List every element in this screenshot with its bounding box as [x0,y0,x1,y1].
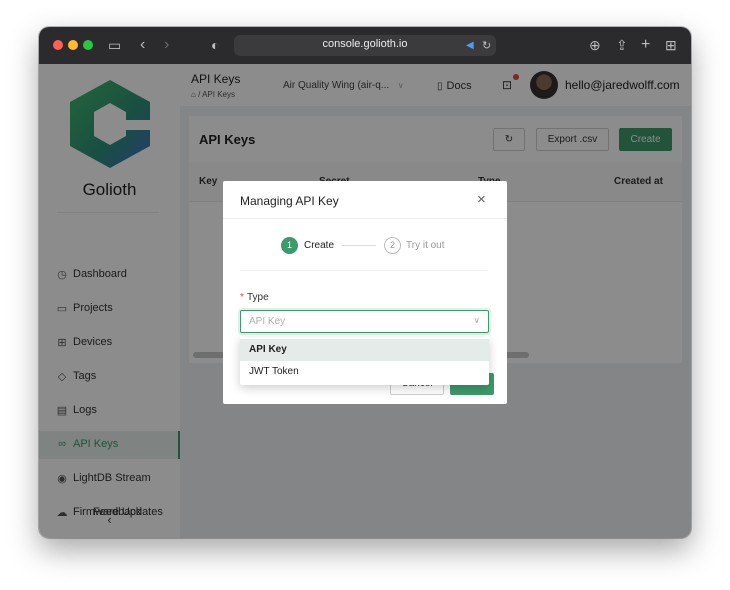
sidebar-toggle-icon[interactable]: ▭ [108,36,121,54]
browser-window: ▭ ‹ › ◐ console.golioth.io ◀ ↻ ⊕ ⇪ + ⊞ G… [39,27,691,538]
share-icon[interactable]: ⇪ [616,36,628,54]
forward-icon[interactable]: › [164,36,169,54]
required-marker: * [240,292,244,303]
option-jwt-token[interactable]: JWT Token [240,361,489,383]
step-1-indicator: 1 [281,237,298,254]
chevron-down-icon: ∨ [473,315,480,325]
step-2-label: Try it out [406,240,445,251]
type-select[interactable]: API Key ∨ [240,310,489,333]
close-icon[interactable]: × [477,191,486,208]
step-2-indicator: 2 [384,237,401,254]
browser-titlebar: ▭ ‹ › ◐ console.golioth.io ◀ ↻ ⊕ ⇪ + ⊞ [39,27,691,64]
minimize-window-button[interactable] [68,40,78,50]
reload-icon[interactable]: ↻ [482,37,491,55]
type-field-label: Type [247,292,269,303]
step-connector [342,245,376,246]
maximize-window-button[interactable] [83,40,93,50]
type-dropdown-menu: API Key JWT Token [240,337,489,385]
download-icon[interactable]: ⊕ [589,36,601,54]
url-text: console.golioth.io [322,38,408,50]
shield-icon[interactable]: ◐ [211,36,219,54]
option-api-key[interactable]: API Key [240,339,489,361]
step-1-label: Create [304,240,335,251]
new-tab-icon[interactable]: + [641,36,650,54]
steps-divider [240,270,488,271]
close-window-button[interactable] [53,40,63,50]
select-placeholder: API Key [249,316,286,327]
modal-divider [223,218,507,219]
audio-icon[interactable]: ◀ [466,37,474,55]
modal-title: Managing API Key [240,194,339,208]
tab-overview-icon[interactable]: ⊞ [665,36,677,54]
back-icon[interactable]: ‹ [140,36,145,54]
address-bar[interactable]: console.golioth.io ◀ ↻ [234,35,496,56]
